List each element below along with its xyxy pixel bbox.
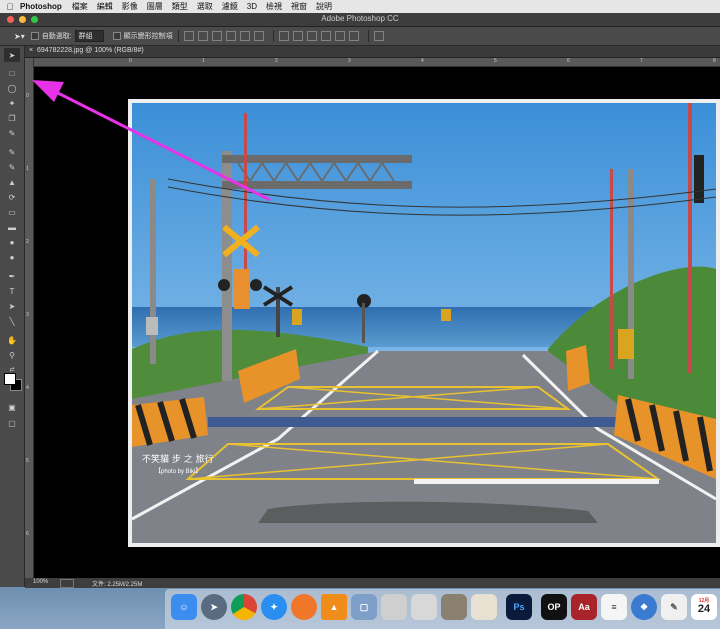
annotation-arrow	[32, 80, 271, 202]
preview-icon[interactable]: ▢	[351, 594, 377, 620]
dxo-label: OP	[547, 602, 561, 612]
calendar-icon[interactable]: 12月 24	[691, 594, 717, 620]
firefox-icon[interactable]	[291, 594, 317, 620]
photoshop-icon[interactable]: Ps	[506, 594, 532, 620]
textedit-icon[interactable]: ✎	[661, 594, 687, 620]
zoom-field[interactable]	[60, 579, 74, 588]
zoom-level[interactable]: 100%	[33, 579, 48, 585]
calendar-day: 24	[697, 603, 711, 615]
keynote-icon[interactable]	[381, 594, 407, 620]
vlc-icon[interactable]: ▲	[321, 594, 347, 620]
photoshop-label: Ps	[513, 602, 525, 612]
dvd-player-icon[interactable]	[411, 594, 437, 620]
network-utility-icon[interactable]: ❖	[631, 594, 657, 620]
image-capture-icon[interactable]	[471, 594, 497, 620]
document-size[interactable]: 文件: 2.25M/2.25M	[92, 579, 142, 588]
dictionary-icon[interactable]: Aa	[571, 594, 597, 620]
safari-icon[interactable]: ✦	[261, 594, 287, 620]
foreground-color-swatch[interactable]	[4, 373, 16, 385]
chrome-icon[interactable]	[231, 594, 257, 620]
reminders-icon[interactable]: ≡	[601, 594, 627, 620]
finder-icon[interactable]: ☺	[171, 594, 197, 620]
launchpad-icon[interactable]: ➤	[201, 594, 227, 620]
status-bar: 100% 文件: 2.25M/2.25M	[25, 578, 720, 588]
calculator-icon[interactable]	[441, 594, 467, 620]
dxo-optics-icon[interactable]: OP	[541, 594, 567, 620]
